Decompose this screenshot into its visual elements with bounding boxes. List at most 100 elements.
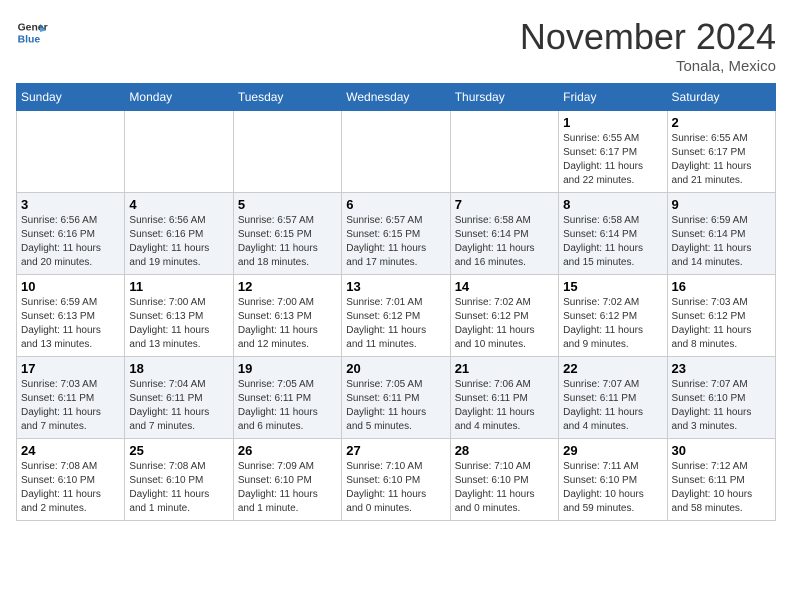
calendar-cell: 16Sunrise: 7:03 AMSunset: 6:12 PMDayligh… bbox=[667, 275, 775, 357]
calendar-cell: 7Sunrise: 6:58 AMSunset: 6:14 PMDaylight… bbox=[450, 193, 558, 275]
day-info: Sunrise: 7:10 AMSunset: 6:10 PMDaylight:… bbox=[346, 460, 445, 516]
calendar-cell bbox=[233, 111, 341, 193]
day-number: 30 bbox=[672, 443, 771, 458]
day-info: Sunrise: 6:57 AMSunset: 6:15 PMDaylight:… bbox=[346, 214, 445, 270]
day-number: 19 bbox=[238, 361, 337, 376]
day-number: 23 bbox=[672, 361, 771, 376]
weekday-header-monday: Monday bbox=[125, 84, 233, 111]
day-number: 12 bbox=[238, 279, 337, 294]
calendar-cell: 17Sunrise: 7:03 AMSunset: 6:11 PMDayligh… bbox=[17, 357, 125, 439]
weekday-header-row: SundayMondayTuesdayWednesdayThursdayFrid… bbox=[17, 84, 776, 111]
calendar-cell: 8 Sunrise: 6:58 AMSunset: 6:14 PMDaylight… bbox=[559, 193, 667, 275]
day-number: 3 bbox=[21, 197, 120, 212]
day-number: 26 bbox=[238, 443, 337, 458]
day-info: Sunrise: 7:00 AMSunset: 6:13 PMDaylight:… bbox=[129, 296, 228, 352]
calendar-cell: 20 Sunrise: 7:05 AMSunset: 6:11 PMDayligh… bbox=[342, 357, 450, 439]
day-info: Sunrise: 6:57 AMSunset: 6:15 PMDaylight:… bbox=[238, 214, 337, 270]
day-info: Sunrise: 7:02 AMSunset: 6:12 PMDaylight:… bbox=[563, 296, 662, 352]
page-header: General Blue November 2024 Tonala, Mexic… bbox=[16, 16, 776, 75]
calendar-cell: 19Sunrise: 7:05 AMSunset: 6:11 PMDayligh… bbox=[233, 357, 341, 439]
day-number: 27 bbox=[346, 443, 445, 458]
day-number: 17 bbox=[21, 361, 120, 376]
calendar-cell: 23 Sunrise: 7:07 AMSunset: 6:10 PMDayligh… bbox=[667, 357, 775, 439]
day-number: 10 bbox=[21, 279, 120, 294]
day-number: 18 bbox=[129, 361, 228, 376]
day-info: Sunrise: 7:05 AMSunset: 6:11 PMDaylight:… bbox=[346, 378, 445, 434]
day-info: Sunrise: 7:01 AMSunset: 6:12 PMDaylight:… bbox=[346, 296, 445, 352]
day-info: Sunrise: 7:08 AMSunset: 6:10 PMDaylight:… bbox=[129, 460, 228, 516]
calendar-cell: 11 Sunrise: 7:00 AMSunset: 6:13 PMDayligh… bbox=[125, 275, 233, 357]
day-info: Sunrise: 7:00 AMSunset: 6:13 PMDaylight:… bbox=[238, 296, 337, 352]
calendar-cell: 15 Sunrise: 7:02 AMSunset: 6:12 PMDayligh… bbox=[559, 275, 667, 357]
calendar-cell: 14 Sunrise: 7:02 AMSunset: 6:12 PMDayligh… bbox=[450, 275, 558, 357]
day-number: 8 bbox=[563, 197, 662, 212]
calendar-cell: 5 Sunrise: 6:57 AMSunset: 6:15 PMDaylight… bbox=[233, 193, 341, 275]
calendar-cell: 25 Sunrise: 7:08 AMSunset: 6:10 PMDayligh… bbox=[125, 439, 233, 521]
calendar-cell: 27 Sunrise: 7:10 AMSunset: 6:10 PMDayligh… bbox=[342, 439, 450, 521]
calendar-cell: 28Sunrise: 7:10 AMSunset: 6:10 PMDayligh… bbox=[450, 439, 558, 521]
calendar-week-1: 1 Sunrise: 6:55 AMSunset: 6:17 PMDaylight… bbox=[17, 111, 776, 193]
day-number: 20 bbox=[346, 361, 445, 376]
calendar-table: SundayMondayTuesdayWednesdayThursdayFrid… bbox=[16, 83, 776, 521]
logo-icon: General Blue bbox=[16, 16, 48, 48]
day-info: Sunrise: 7:07 AMSunset: 6:10 PMDaylight:… bbox=[672, 378, 771, 434]
title-block: November 2024 Tonala, Mexico bbox=[520, 16, 776, 75]
day-info: Sunrise: 7:03 AMSunset: 6:12 PMDaylight:… bbox=[672, 296, 771, 352]
day-number: 5 bbox=[238, 197, 337, 212]
day-number: 6 bbox=[346, 197, 445, 212]
day-info: Sunrise: 7:04 AMSunset: 6:11 PMDaylight:… bbox=[129, 378, 228, 434]
day-number: 28 bbox=[455, 443, 554, 458]
day-number: 4 bbox=[129, 197, 228, 212]
calendar-cell: 3 Sunrise: 6:56 AMSunset: 6:16 PMDaylight… bbox=[17, 193, 125, 275]
weekday-header-wednesday: Wednesday bbox=[342, 84, 450, 111]
day-info: Sunrise: 6:55 AMSunset: 6:17 PMDaylight:… bbox=[672, 132, 771, 188]
day-number: 13 bbox=[346, 279, 445, 294]
day-number: 14 bbox=[455, 279, 554, 294]
day-info: Sunrise: 7:07 AMSunset: 6:11 PMDaylight:… bbox=[563, 378, 662, 434]
day-number: 11 bbox=[129, 279, 228, 294]
day-info: Sunrise: 6:59 AMSunset: 6:13 PMDaylight:… bbox=[21, 296, 120, 352]
day-number: 25 bbox=[129, 443, 228, 458]
calendar-week-2: 3 Sunrise: 6:56 AMSunset: 6:16 PMDaylight… bbox=[17, 193, 776, 275]
calendar-cell bbox=[125, 111, 233, 193]
day-info: Sunrise: 7:02 AMSunset: 6:12 PMDaylight:… bbox=[455, 296, 554, 352]
calendar-cell: 12 Sunrise: 7:00 AMSunset: 6:13 PMDayligh… bbox=[233, 275, 341, 357]
day-info: Sunrise: 7:09 AMSunset: 6:10 PMDaylight:… bbox=[238, 460, 337, 516]
day-info: Sunrise: 6:56 AMSunset: 6:16 PMDaylight:… bbox=[21, 214, 120, 270]
location: Tonala, Mexico bbox=[520, 58, 776, 75]
day-number: 24 bbox=[21, 443, 120, 458]
day-number: 21 bbox=[455, 361, 554, 376]
day-number: 1 bbox=[563, 115, 662, 130]
day-info: Sunrise: 6:58 AMSunset: 6:14 PMDaylight:… bbox=[455, 214, 554, 270]
weekday-header-tuesday: Tuesday bbox=[233, 84, 341, 111]
day-info: Sunrise: 6:56 AMSunset: 6:16 PMDaylight:… bbox=[129, 214, 228, 270]
weekday-header-thursday: Thursday bbox=[450, 84, 558, 111]
day-number: 2 bbox=[672, 115, 771, 130]
day-info: Sunrise: 7:11 AMSunset: 6:10 PMDaylight:… bbox=[563, 460, 662, 516]
weekday-header-sunday: Sunday bbox=[17, 84, 125, 111]
calendar-cell: 6 Sunrise: 6:57 AMSunset: 6:15 PMDaylight… bbox=[342, 193, 450, 275]
day-number: 22 bbox=[563, 361, 662, 376]
calendar-cell bbox=[450, 111, 558, 193]
day-info: Sunrise: 6:55 AMSunset: 6:17 PMDaylight:… bbox=[563, 132, 662, 188]
calendar-cell: 22 Sunrise: 7:07 AMSunset: 6:11 PMDayligh… bbox=[559, 357, 667, 439]
day-info: Sunrise: 6:59 AMSunset: 6:14 PMDaylight:… bbox=[672, 214, 771, 270]
calendar-cell: 21 Sunrise: 7:06 AMSunset: 6:11 PMDayligh… bbox=[450, 357, 558, 439]
calendar-cell: 9Sunrise: 6:59 AMSunset: 6:14 PMDaylight… bbox=[667, 193, 775, 275]
calendar-cell: 29Sunrise: 7:11 AMSunset: 6:10 PMDayligh… bbox=[559, 439, 667, 521]
day-info: Sunrise: 7:06 AMSunset: 6:11 PMDaylight:… bbox=[455, 378, 554, 434]
day-info: Sunrise: 6:58 AMSunset: 6:14 PMDaylight:… bbox=[563, 214, 662, 270]
calendar-cell: 10 Sunrise: 6:59 AMSunset: 6:13 PMDayligh… bbox=[17, 275, 125, 357]
calendar-week-4: 17Sunrise: 7:03 AMSunset: 6:11 PMDayligh… bbox=[17, 357, 776, 439]
calendar-cell bbox=[17, 111, 125, 193]
weekday-header-friday: Friday bbox=[559, 84, 667, 111]
calendar-cell: 26 Sunrise: 7:09 AMSunset: 6:10 PMDayligh… bbox=[233, 439, 341, 521]
svg-text:Blue: Blue bbox=[18, 34, 41, 45]
calendar-cell bbox=[342, 111, 450, 193]
calendar-cell: 30 Sunrise: 7:12 AMSunset: 6:11 PMDayligh… bbox=[667, 439, 775, 521]
day-number: 15 bbox=[563, 279, 662, 294]
day-info: Sunrise: 7:12 AMSunset: 6:11 PMDaylight:… bbox=[672, 460, 771, 516]
calendar-week-3: 10 Sunrise: 6:59 AMSunset: 6:13 PMDayligh… bbox=[17, 275, 776, 357]
day-info: Sunrise: 7:08 AMSunset: 6:10 PMDaylight:… bbox=[21, 460, 120, 516]
calendar-cell: 1 Sunrise: 6:55 AMSunset: 6:17 PMDaylight… bbox=[559, 111, 667, 193]
